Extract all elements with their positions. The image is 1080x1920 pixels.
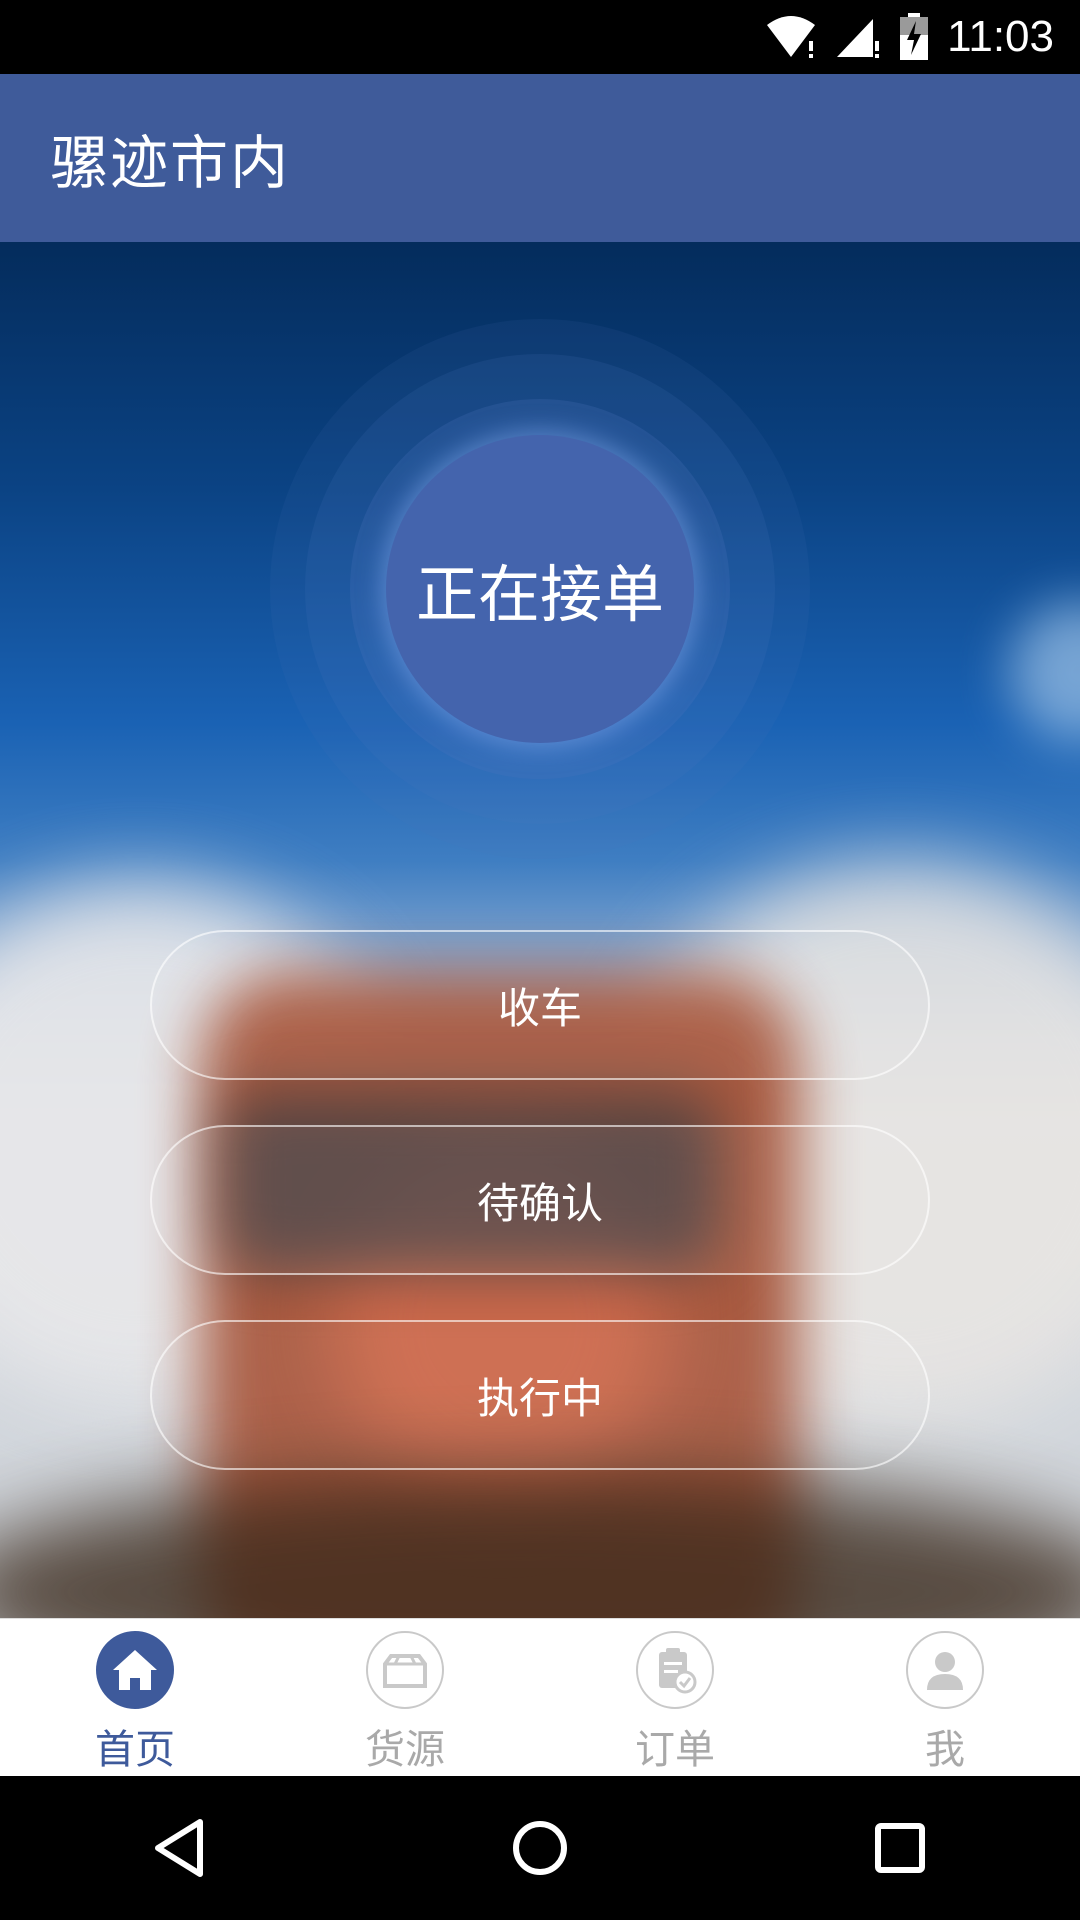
wifi-icon [767, 16, 816, 58]
tab-home[interactable]: 首页 [0, 1619, 270, 1777]
tab-orders[interactable]: 订单 [540, 1619, 810, 1777]
page-title: 骡迹市内 [50, 129, 291, 197]
tab-goods-label: 货源 [365, 1727, 445, 1773]
user-icon [906, 1631, 984, 1709]
background-glow [1010, 602, 1080, 742]
pending-confirm-label: 待确认 [476, 1178, 603, 1228]
system-nav-bar [0, 1776, 1080, 1920]
collect-vehicle-button[interactable]: 收车 [150, 930, 930, 1080]
in-progress-label: 执行中 [476, 1373, 603, 1423]
tab-goods[interactable]: 货源 [270, 1619, 540, 1777]
background-ground [0, 1472, 1080, 1618]
home-icon [96, 1631, 174, 1709]
receive-orders-label: 正在接单 [415, 558, 664, 631]
receive-orders-button[interactable]: 正在接单 [386, 435, 694, 743]
app-bar: 骡迹市内 [0, 74, 1080, 242]
battery-charging-icon [900, 13, 929, 60]
status-bar: 11:03 [0, 0, 1080, 74]
box-icon [366, 1631, 444, 1709]
home-circle-icon [513, 1821, 567, 1875]
tab-me-label: 我 [925, 1727, 965, 1773]
collect-vehicle-label: 收车 [497, 983, 582, 1033]
back-icon [155, 1819, 203, 1877]
clipboard-check-icon [636, 1631, 714, 1709]
main-area: 正在接单 收车 待确认 执行中 [0, 242, 1080, 1618]
tab-orders-label: 订单 [635, 1727, 715, 1773]
tab-me[interactable]: 我 [810, 1619, 1080, 1777]
recents-button[interactable] [840, 1788, 960, 1908]
tab-home-label: 首页 [95, 1727, 175, 1773]
home-nav-button[interactable] [480, 1788, 600, 1908]
signal-icon [837, 19, 880, 58]
back-button[interactable] [120, 1788, 240, 1908]
bottom-tab-bar: 首页 货源 订单 我 [0, 1618, 1080, 1776]
recents-icon [875, 1823, 925, 1873]
in-progress-button[interactable]: 执行中 [150, 1320, 930, 1470]
pending-confirm-button[interactable]: 待确认 [150, 1125, 930, 1275]
clock: 11:03 [947, 12, 1054, 61]
